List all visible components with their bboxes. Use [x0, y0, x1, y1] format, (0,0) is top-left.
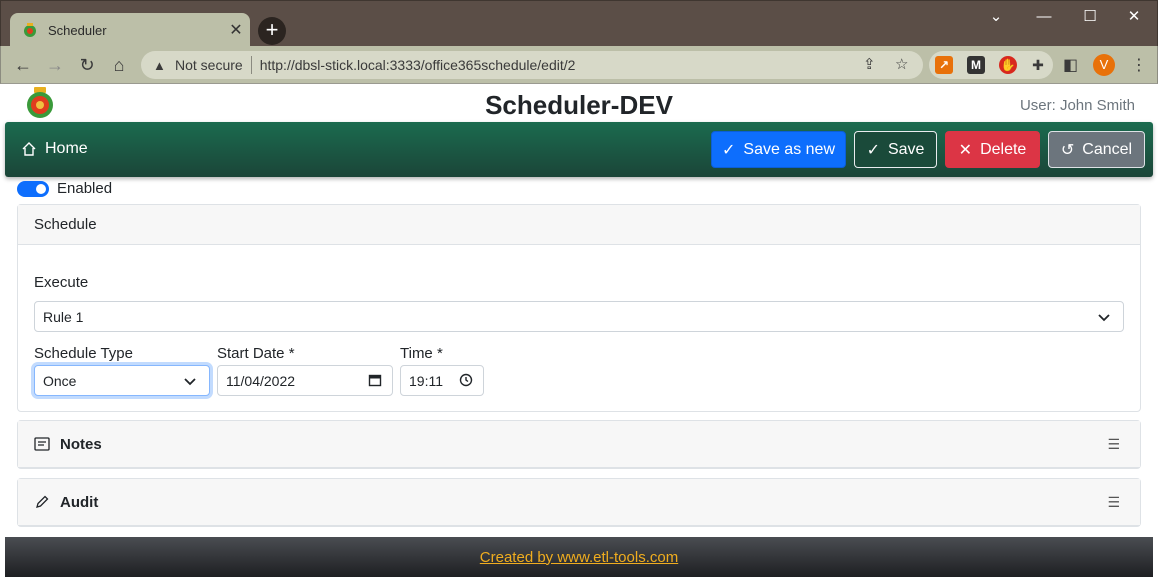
enabled-label: Enabled — [57, 180, 113, 197]
check-icon: ✓ — [721, 141, 736, 159]
home-browser-icon[interactable]: ⌂ — [107, 53, 131, 77]
enabled-toggle-row: Enabled — [17, 180, 112, 197]
notes-label: Notes — [60, 435, 102, 453]
reload-icon[interactable]: ↻ — [75, 53, 99, 77]
execute-select[interactable]: Rule 1 — [34, 301, 1124, 332]
maximize-icon[interactable]: ☐ — [1067, 7, 1113, 27]
pencil-icon — [36, 495, 49, 508]
footer: Created by www.etl-tools.com — [5, 537, 1153, 577]
audit-header[interactable]: Audit ☰ — [18, 479, 1140, 526]
save-as-new-label: Save as new — [743, 140, 835, 158]
security-indicator[interactable]: Not secure — [175, 57, 243, 73]
home-icon — [22, 142, 36, 156]
schedule-header: Schedule — [18, 205, 1140, 245]
cancel-button[interactable]: ↺ Cancel — [1048, 131, 1145, 168]
audit-section: Audit ☰ — [17, 478, 1141, 527]
warning-icon: ▲ — [153, 57, 166, 73]
page-title: Scheduler-DEV — [485, 90, 673, 120]
delete-label: Delete — [980, 140, 1027, 158]
undo-icon: ↺ — [1060, 141, 1075, 159]
notes-section: Notes ☰ — [17, 420, 1141, 469]
top-navbar: Home ✓ Save as new ✓ Save ✕ Delete ↺ Can… — [5, 122, 1153, 177]
menu-kebab-icon[interactable]: ⋮ — [1131, 55, 1147, 75]
schedule-type-label: Schedule Type — [34, 345, 133, 362]
address-bar[interactable]: ▲ Not secure http://dbsl-stick.local:333… — [141, 51, 923, 79]
app-favicon-icon — [22, 22, 38, 38]
footer-link[interactable]: Created by www.etl-tools.com — [480, 549, 678, 566]
share-icon[interactable]: ⇪ — [863, 55, 876, 73]
start-date-value: 11/04/2022 — [226, 372, 296, 389]
bookmark-star-icon[interactable]: ☆ — [895, 55, 908, 73]
new-tab-button[interactable]: + — [258, 17, 286, 45]
delete-button[interactable]: ✕ Delete — [945, 131, 1040, 168]
time-value: 19:11 — [409, 372, 443, 389]
tab-title: Scheduler — [48, 22, 107, 38]
url-text[interactable]: http://dbsl-stick.local:3333/office365sc… — [260, 57, 576, 73]
x-icon: ✕ — [958, 141, 973, 159]
close-window-icon[interactable]: ✕ — [1111, 7, 1157, 27]
start-date-input[interactable]: 11/04/2022 — [217, 365, 393, 396]
notes-menu-icon[interactable]: ☰ — [1107, 436, 1124, 453]
audit-menu-icon[interactable]: ☰ — [1107, 494, 1124, 511]
execute-label: Execute — [34, 274, 89, 291]
home-label: Home — [45, 140, 88, 157]
side-panel-icon[interactable]: ◧ — [1063, 55, 1078, 75]
extension-stop-icon[interactable]: ✋ — [999, 56, 1017, 74]
save-as-new-button[interactable]: ✓ Save as new — [711, 131, 846, 168]
execute-value: Rule 1 — [43, 308, 84, 325]
time-label: Time * — [400, 345, 443, 362]
cancel-label: Cancel — [1082, 140, 1133, 158]
time-input[interactable]: 19:11 — [400, 365, 484, 396]
save-label: Save — [887, 140, 925, 158]
extension-m-icon[interactable]: M — [967, 56, 985, 74]
extensions-puzzle-icon[interactable]: ✚ — [1029, 56, 1047, 74]
browser-tab-strip: Scheduler ✕ + ⌄ — ☐ ✕ — [0, 0, 1158, 47]
enabled-switch[interactable] — [17, 180, 49, 197]
extension-chart-icon[interactable]: ↗ — [935, 56, 953, 74]
start-date-label: Start Date * — [217, 345, 295, 362]
calendar-icon[interactable] — [368, 373, 382, 387]
chevron-down-icon — [184, 378, 196, 386]
minimize-icon[interactable]: — — [1021, 7, 1067, 27]
browser-tab[interactable]: Scheduler ✕ — [10, 13, 250, 47]
schedule-card: Schedule Execute Rule 1 Schedule Type On… — [17, 204, 1141, 412]
clock-icon[interactable] — [459, 373, 473, 387]
extensions-group: ↗ M ✋ ✚ — [929, 51, 1053, 79]
browser-toolbar: ← → ↻ ⌂ ▲ Not secure http://dbsl-stick.l… — [0, 46, 1158, 84]
user-name: User: John Smith — [1019, 97, 1135, 114]
back-icon[interactable]: ← — [11, 53, 35, 77]
profile-avatar[interactable]: V — [1093, 54, 1115, 76]
chevron-down-icon — [1098, 314, 1110, 322]
divider — [250, 56, 252, 74]
save-button[interactable]: ✓ Save — [854, 131, 937, 168]
schedule-type-value: Once — [43, 372, 77, 389]
schedule-type-select[interactable]: Once — [34, 365, 210, 396]
notes-header[interactable]: Notes ☰ — [18, 421, 1140, 468]
forward-icon[interactable]: → — [43, 53, 67, 77]
notes-icon — [34, 437, 50, 451]
check-icon: ✓ — [866, 141, 880, 159]
tab-close-icon[interactable]: ✕ — [222, 20, 250, 40]
home-link[interactable]: Home — [21, 140, 88, 158]
audit-label: Audit — [60, 493, 99, 511]
minimize-down-chevron-icon[interactable]: ⌄ — [973, 7, 1019, 27]
